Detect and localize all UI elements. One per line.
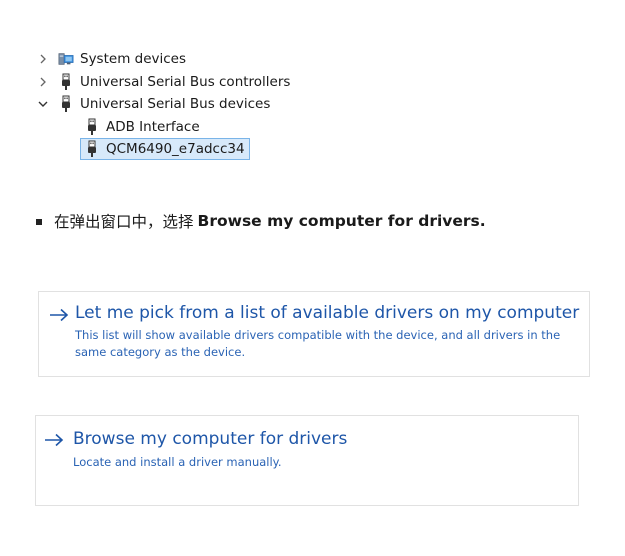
option-title[interactable]: Let me pick from a list of available dri… bbox=[75, 303, 579, 323]
selected-device[interactable]: QCM6490_e7adcc34 bbox=[80, 138, 250, 161]
arrow-right-icon bbox=[49, 308, 69, 322]
usb-icon bbox=[58, 95, 74, 113]
chevron-right-icon[interactable] bbox=[38, 54, 48, 64]
usb-icon bbox=[58, 73, 74, 91]
tree-item-usb-controllers[interactable]: Universal Serial Bus controllers bbox=[38, 71, 290, 94]
tree-item-label: QCM6490_e7adcc34 bbox=[106, 141, 245, 158]
tree-item-qcm6490[interactable]: QCM6490_e7adcc34 bbox=[38, 138, 290, 161]
tree-item-system-devices[interactable]: System devices bbox=[38, 48, 290, 71]
option-description: This list will show available drivers co… bbox=[75, 328, 561, 359]
instruction-line: 在弹出窗口中，选择 Browse my computer for drivers… bbox=[36, 210, 486, 232]
instruction-text: 在弹出窗口中，选择 bbox=[54, 213, 194, 231]
system-devices-icon bbox=[58, 50, 74, 68]
tree-item-usb-devices[interactable]: Universal Serial Bus devices bbox=[38, 93, 290, 116]
chevron-right-icon[interactable] bbox=[38, 77, 48, 87]
bullet-icon bbox=[36, 219, 42, 225]
tree-item-label: ADB Interface bbox=[106, 118, 200, 135]
tree-item-label: Universal Serial Bus controllers bbox=[80, 73, 291, 90]
device-tree: System devices Universal Serial Bus cont… bbox=[38, 48, 290, 161]
tree-item-label: System devices bbox=[80, 51, 187, 68]
arrow-right-icon bbox=[44, 433, 64, 447]
instruction-bold-text: Browse my computer for drivers. bbox=[197, 212, 486, 230]
chevron-down-icon[interactable] bbox=[38, 99, 48, 109]
usb-icon bbox=[84, 140, 100, 158]
tree-item-label: Universal Serial Bus devices bbox=[80, 96, 271, 113]
option-title[interactable]: Browse my computer for drivers bbox=[73, 429, 347, 449]
tree-item-adb-interface[interactable]: ADB Interface bbox=[38, 116, 290, 139]
option-browse-computer[interactable]: Browse my computer for drivers Locate an… bbox=[35, 415, 579, 506]
usb-icon bbox=[84, 118, 100, 136]
option-pick-from-list[interactable]: Let me pick from a list of available dri… bbox=[38, 291, 590, 377]
option-description: Locate and install a driver manually. bbox=[73, 455, 282, 469]
